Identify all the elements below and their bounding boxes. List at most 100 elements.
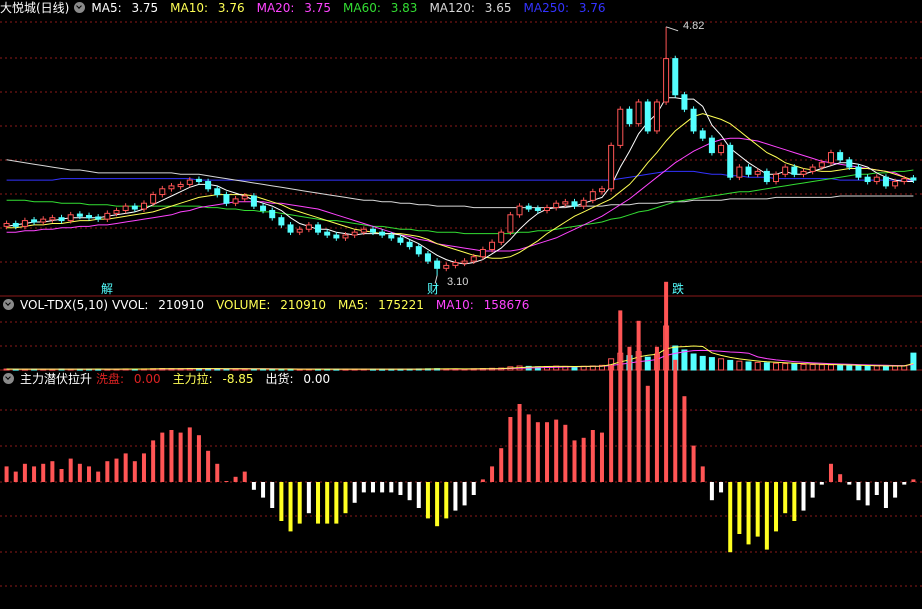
chevron-down-icon[interactable] xyxy=(74,2,86,13)
indicator-bar xyxy=(444,482,449,519)
high-price-label: 4.82 xyxy=(683,20,704,32)
candle-down xyxy=(644,101,651,132)
candle-up xyxy=(296,228,303,233)
indicator-legend: 主力潜伏拉升 洗盘: 0.00 主力拉: -8.85 出货: 0.00 xyxy=(0,371,342,387)
ma20-label: MA20: 3.75 xyxy=(256,1,332,15)
indicator-bar xyxy=(874,482,879,495)
candle-down xyxy=(846,159,853,168)
candle-up xyxy=(489,241,496,251)
volume-bar xyxy=(782,363,789,371)
candle-up xyxy=(663,58,670,103)
candle-up xyxy=(598,188,605,193)
candle-down xyxy=(214,188,221,196)
volume-bar xyxy=(690,353,697,371)
candle-down xyxy=(406,241,413,248)
candle-up xyxy=(653,101,660,132)
indicator-bar xyxy=(370,482,375,493)
indicator-bar xyxy=(911,479,916,482)
candle-down xyxy=(525,205,532,210)
indicator-bar xyxy=(792,482,797,521)
indicator-bar xyxy=(471,482,476,495)
indicator-bar xyxy=(554,419,559,482)
indicator-bar xyxy=(361,482,366,493)
vvol-label: VVOL: 210910 xyxy=(112,298,205,312)
candle-down xyxy=(745,166,752,175)
indicator-bar xyxy=(389,482,394,493)
indicator-bar xyxy=(32,466,37,482)
indicator-bar xyxy=(187,427,192,482)
volume-bar xyxy=(736,360,743,371)
indicator-bar xyxy=(563,424,568,482)
volume-bar xyxy=(745,361,752,371)
candle-down xyxy=(95,216,102,220)
candle-down xyxy=(324,231,331,236)
indicator-bar xyxy=(77,463,82,482)
indicator-bar xyxy=(68,458,73,482)
chevron-down-icon[interactable] xyxy=(3,373,14,384)
candle-down xyxy=(672,58,679,96)
indicator-bar xyxy=(654,346,659,482)
volume-bar xyxy=(882,365,889,371)
indicator-bar xyxy=(737,482,742,534)
candle-down xyxy=(534,207,541,211)
candle-down xyxy=(837,152,844,161)
indicator-bar xyxy=(462,482,467,506)
indicator-bar xyxy=(535,422,540,482)
candle-down xyxy=(864,176,871,183)
candle-down xyxy=(195,178,202,183)
chevron-down-icon[interactable] xyxy=(3,299,14,310)
indicator-bar xyxy=(883,482,888,508)
indicator-bar xyxy=(343,482,348,514)
candle-up xyxy=(443,264,450,269)
indicator-bar xyxy=(664,281,669,482)
indicator-bar xyxy=(783,482,788,514)
volume-indicator-name: VOL-TDX(5,10) xyxy=(20,298,109,312)
candle-down xyxy=(315,224,322,233)
candle-down xyxy=(791,166,798,175)
candle-up xyxy=(232,198,239,204)
wash-label: 洗盘: 0.00 xyxy=(96,372,161,386)
candle-up xyxy=(351,231,358,236)
candle-down xyxy=(855,166,862,178)
candle-down xyxy=(910,177,917,181)
indicator-bar xyxy=(709,482,714,501)
candle-up xyxy=(67,214,74,222)
candle-down xyxy=(388,234,395,239)
candle-down xyxy=(333,234,340,239)
indicator-bar xyxy=(178,432,183,482)
candle-down xyxy=(223,194,230,204)
candle-down xyxy=(58,217,65,222)
volume-bar xyxy=(708,357,715,371)
candle-down xyxy=(727,144,734,178)
candle-down xyxy=(763,170,770,183)
indicator-bar xyxy=(847,482,852,485)
candle-up xyxy=(562,201,569,205)
indicator-bar xyxy=(499,448,504,482)
volume-bars xyxy=(3,325,917,371)
indicator-bar xyxy=(572,440,577,482)
candle-up xyxy=(461,260,468,264)
pull-label: 主力拉: -8.85 xyxy=(172,372,254,386)
indicator-bar xyxy=(517,404,522,482)
indicator-bar xyxy=(810,482,815,498)
candle-up xyxy=(635,101,642,125)
indicator-bar xyxy=(251,482,256,490)
candle-up xyxy=(901,178,908,183)
volume-bar xyxy=(855,365,862,371)
indicator-bar xyxy=(316,482,321,524)
candle-down xyxy=(699,130,706,139)
indicator-bar xyxy=(4,466,9,482)
candle-down xyxy=(415,246,422,255)
volume-bar xyxy=(718,358,725,371)
indicator-bar xyxy=(801,482,806,511)
indicator-bar xyxy=(123,453,128,482)
candle-up xyxy=(113,209,120,214)
candle-up xyxy=(186,179,193,185)
low-price-label: 3.10 xyxy=(447,276,468,288)
candle-up xyxy=(177,183,184,188)
indicator-name: 主力潜伏拉升 xyxy=(20,372,93,386)
candle-down xyxy=(708,137,715,154)
indicator-bar xyxy=(407,482,412,501)
vol-ma5-label: MA5: 175221 xyxy=(338,298,424,312)
candle-up xyxy=(104,212,111,220)
